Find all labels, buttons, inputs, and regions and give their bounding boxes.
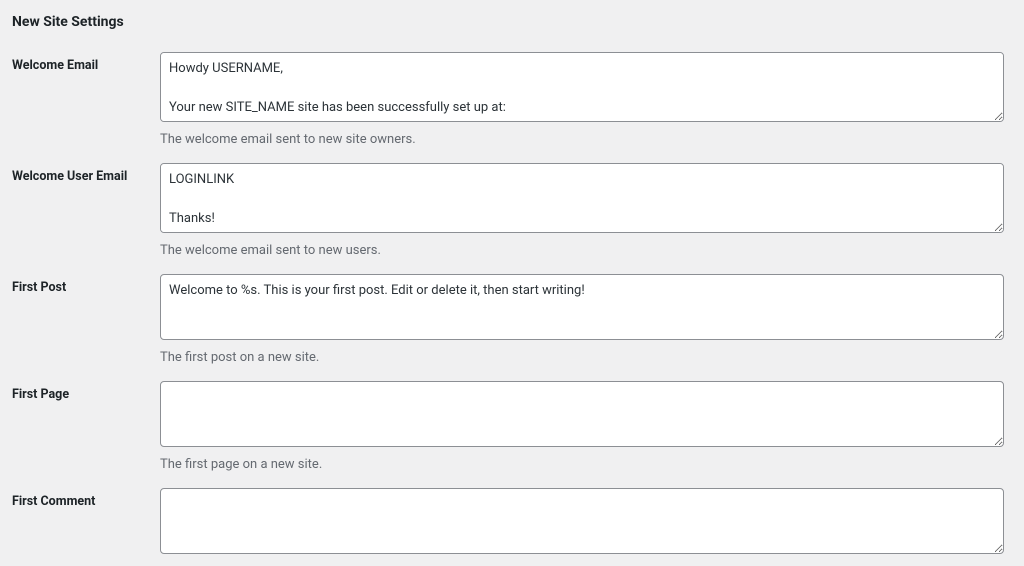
first-page-label: First Page bbox=[12, 373, 160, 480]
first-comment-textarea[interactable] bbox=[160, 488, 1004, 554]
first-comment-label: First Comment bbox=[12, 480, 160, 566]
section-heading: New Site Settings bbox=[12, 14, 1004, 30]
first-post-label: First Post bbox=[12, 266, 160, 373]
welcome-user-email-textarea[interactable] bbox=[160, 163, 1004, 233]
welcome-email-textarea[interactable] bbox=[160, 52, 1004, 122]
first-page-description: The first page on a new site. bbox=[160, 457, 1004, 472]
welcome-user-email-label: Welcome User Email bbox=[12, 155, 160, 266]
welcome-email-description: The welcome email sent to new site owner… bbox=[160, 132, 1004, 147]
first-post-description: The first post on a new site. bbox=[160, 350, 1004, 365]
welcome-user-email-description: The welcome email sent to new users. bbox=[160, 243, 1004, 258]
welcome-email-label: Welcome Email bbox=[12, 44, 160, 155]
settings-table: Welcome Email The welcome email sent to … bbox=[12, 44, 1004, 566]
first-page-textarea[interactable] bbox=[160, 381, 1004, 447]
first-post-textarea[interactable] bbox=[160, 274, 1004, 340]
